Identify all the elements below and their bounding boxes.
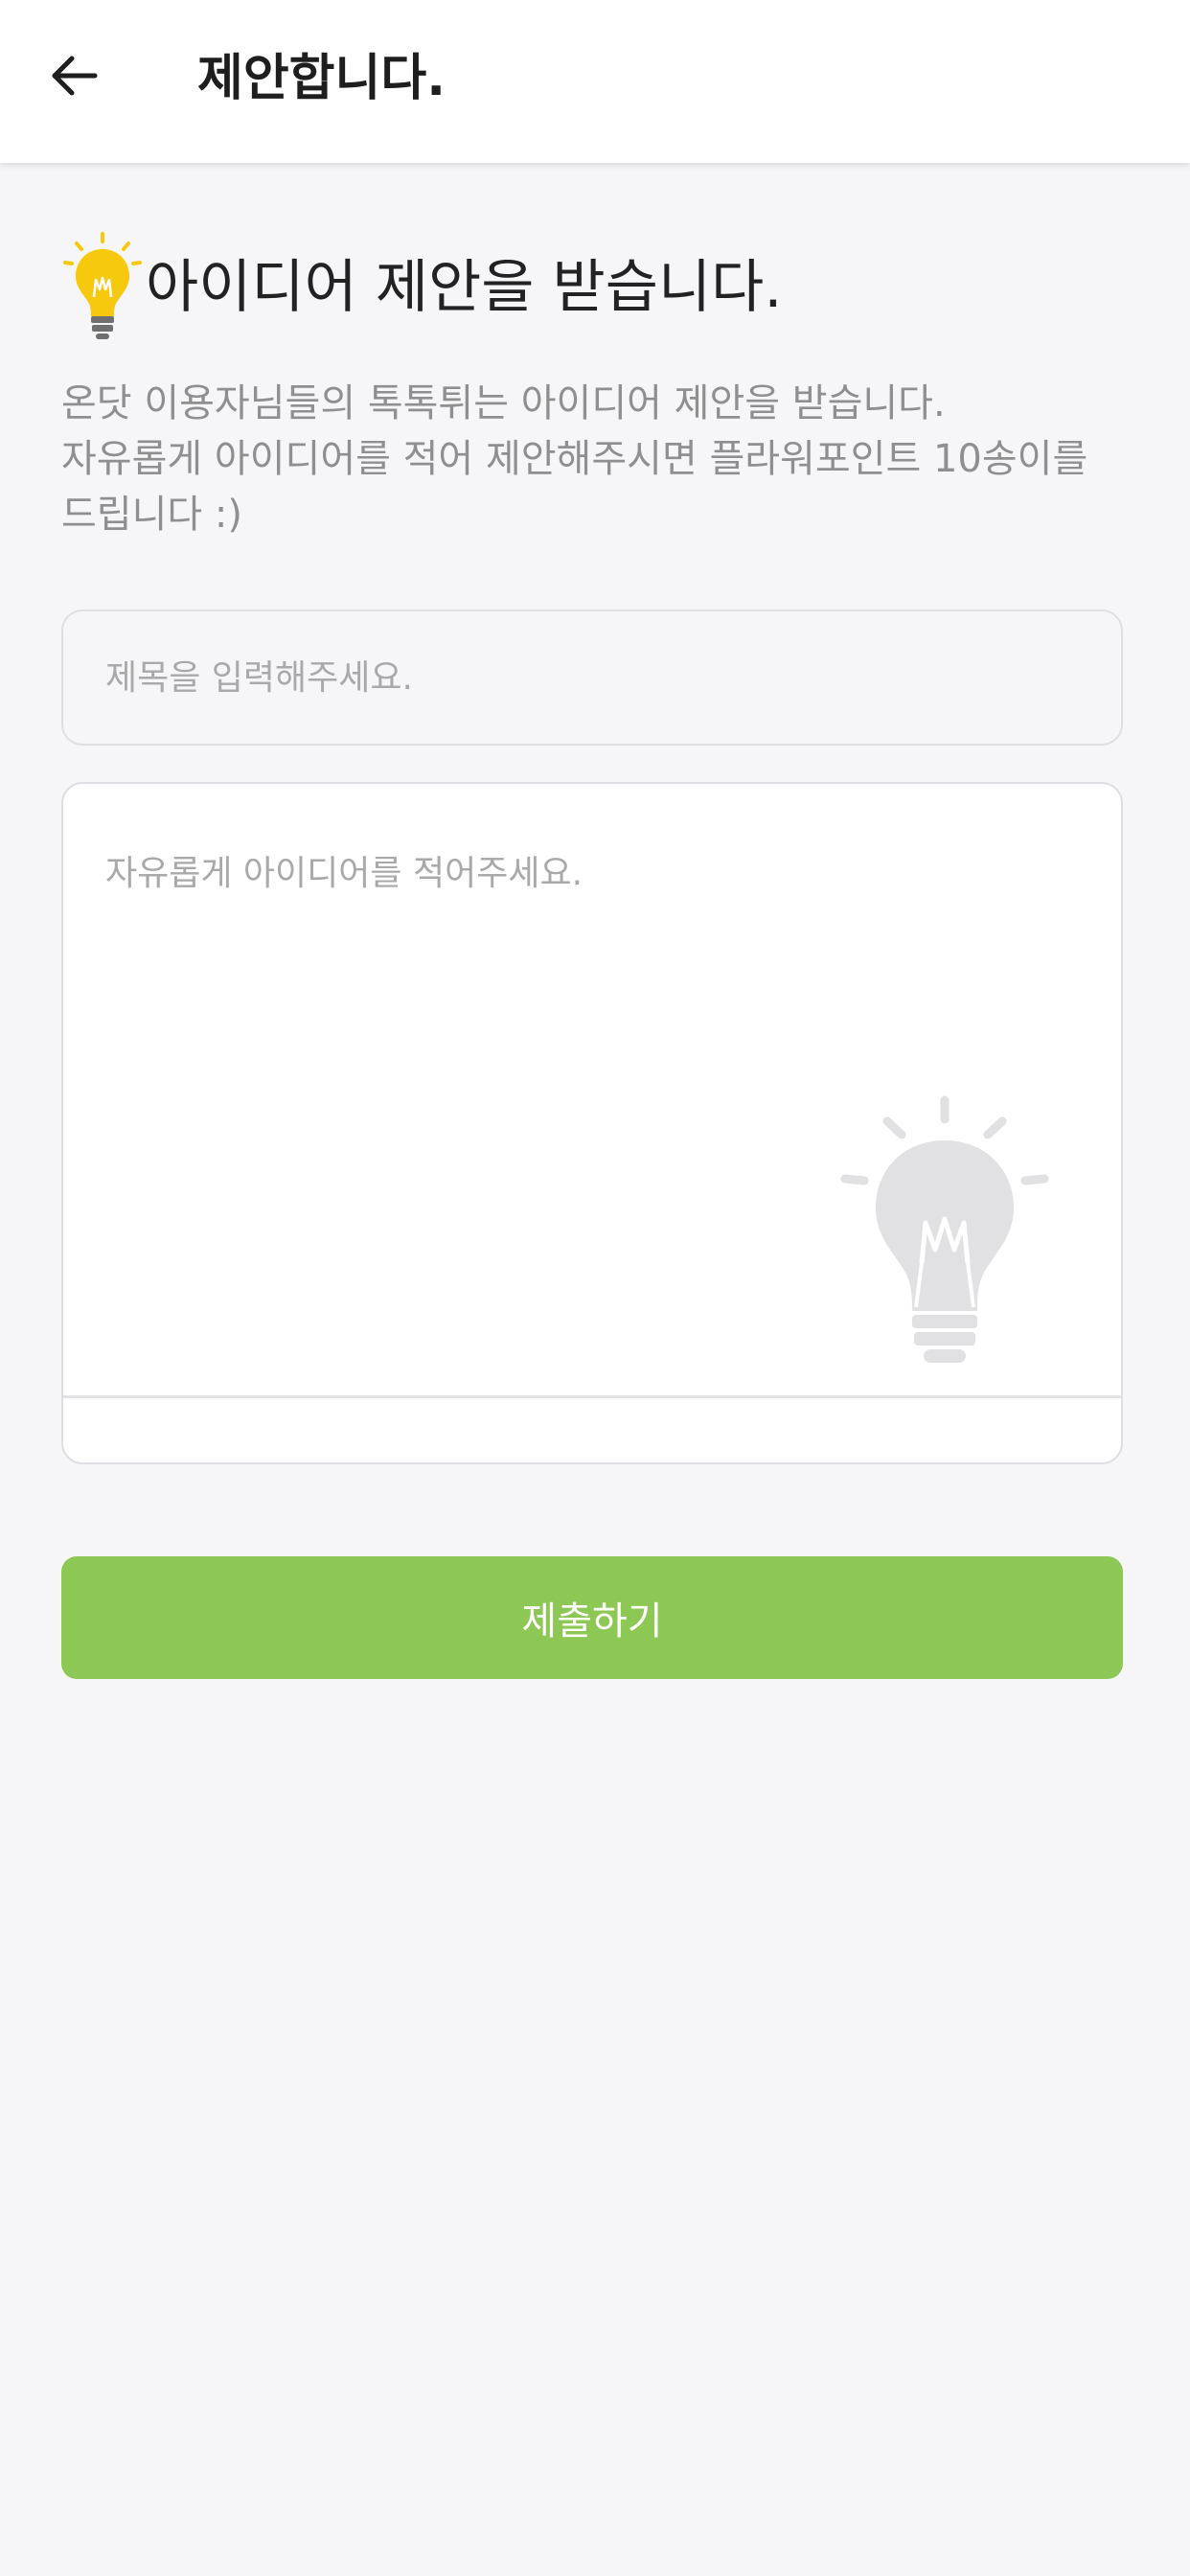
- description-line: 자유롭게 아이디어를 적어 제안해주시면 플라워포인트 10송이를: [61, 437, 1088, 481]
- lightbulb-icon: [63, 232, 142, 339]
- heading-row: 아이디어 제안을 받습니다.: [59, 230, 782, 345]
- title-field: [61, 610, 1123, 746]
- submit-button[interactable]: 제출하기: [61, 1556, 1123, 1679]
- page-title: 제안합니다.: [197, 50, 446, 107]
- idea-box: [61, 782, 1123, 1464]
- heading-title: 아이디어 제안을 받습니다.: [146, 254, 783, 321]
- title-input[interactable]: [63, 611, 1121, 744]
- idea-textarea[interactable]: [63, 784, 1121, 1397]
- app-bar: 제안합니다.: [0, 0, 1190, 163]
- description-line: 드립니다 :): [61, 493, 242, 537]
- description: 온닷 이용자님들의 톡톡튀는 아이디어 제안을 받습니다. 자유롭게 아이디어를…: [61, 376, 1144, 542]
- idea-box-divider: [63, 1395, 1121, 1398]
- back-button[interactable]: [36, 38, 111, 113]
- description-line: 온닷 이용자님들의 톡톡튀는 아이디어 제안을 받습니다.: [61, 381, 946, 426]
- arrow-left-icon: [52, 56, 98, 96]
